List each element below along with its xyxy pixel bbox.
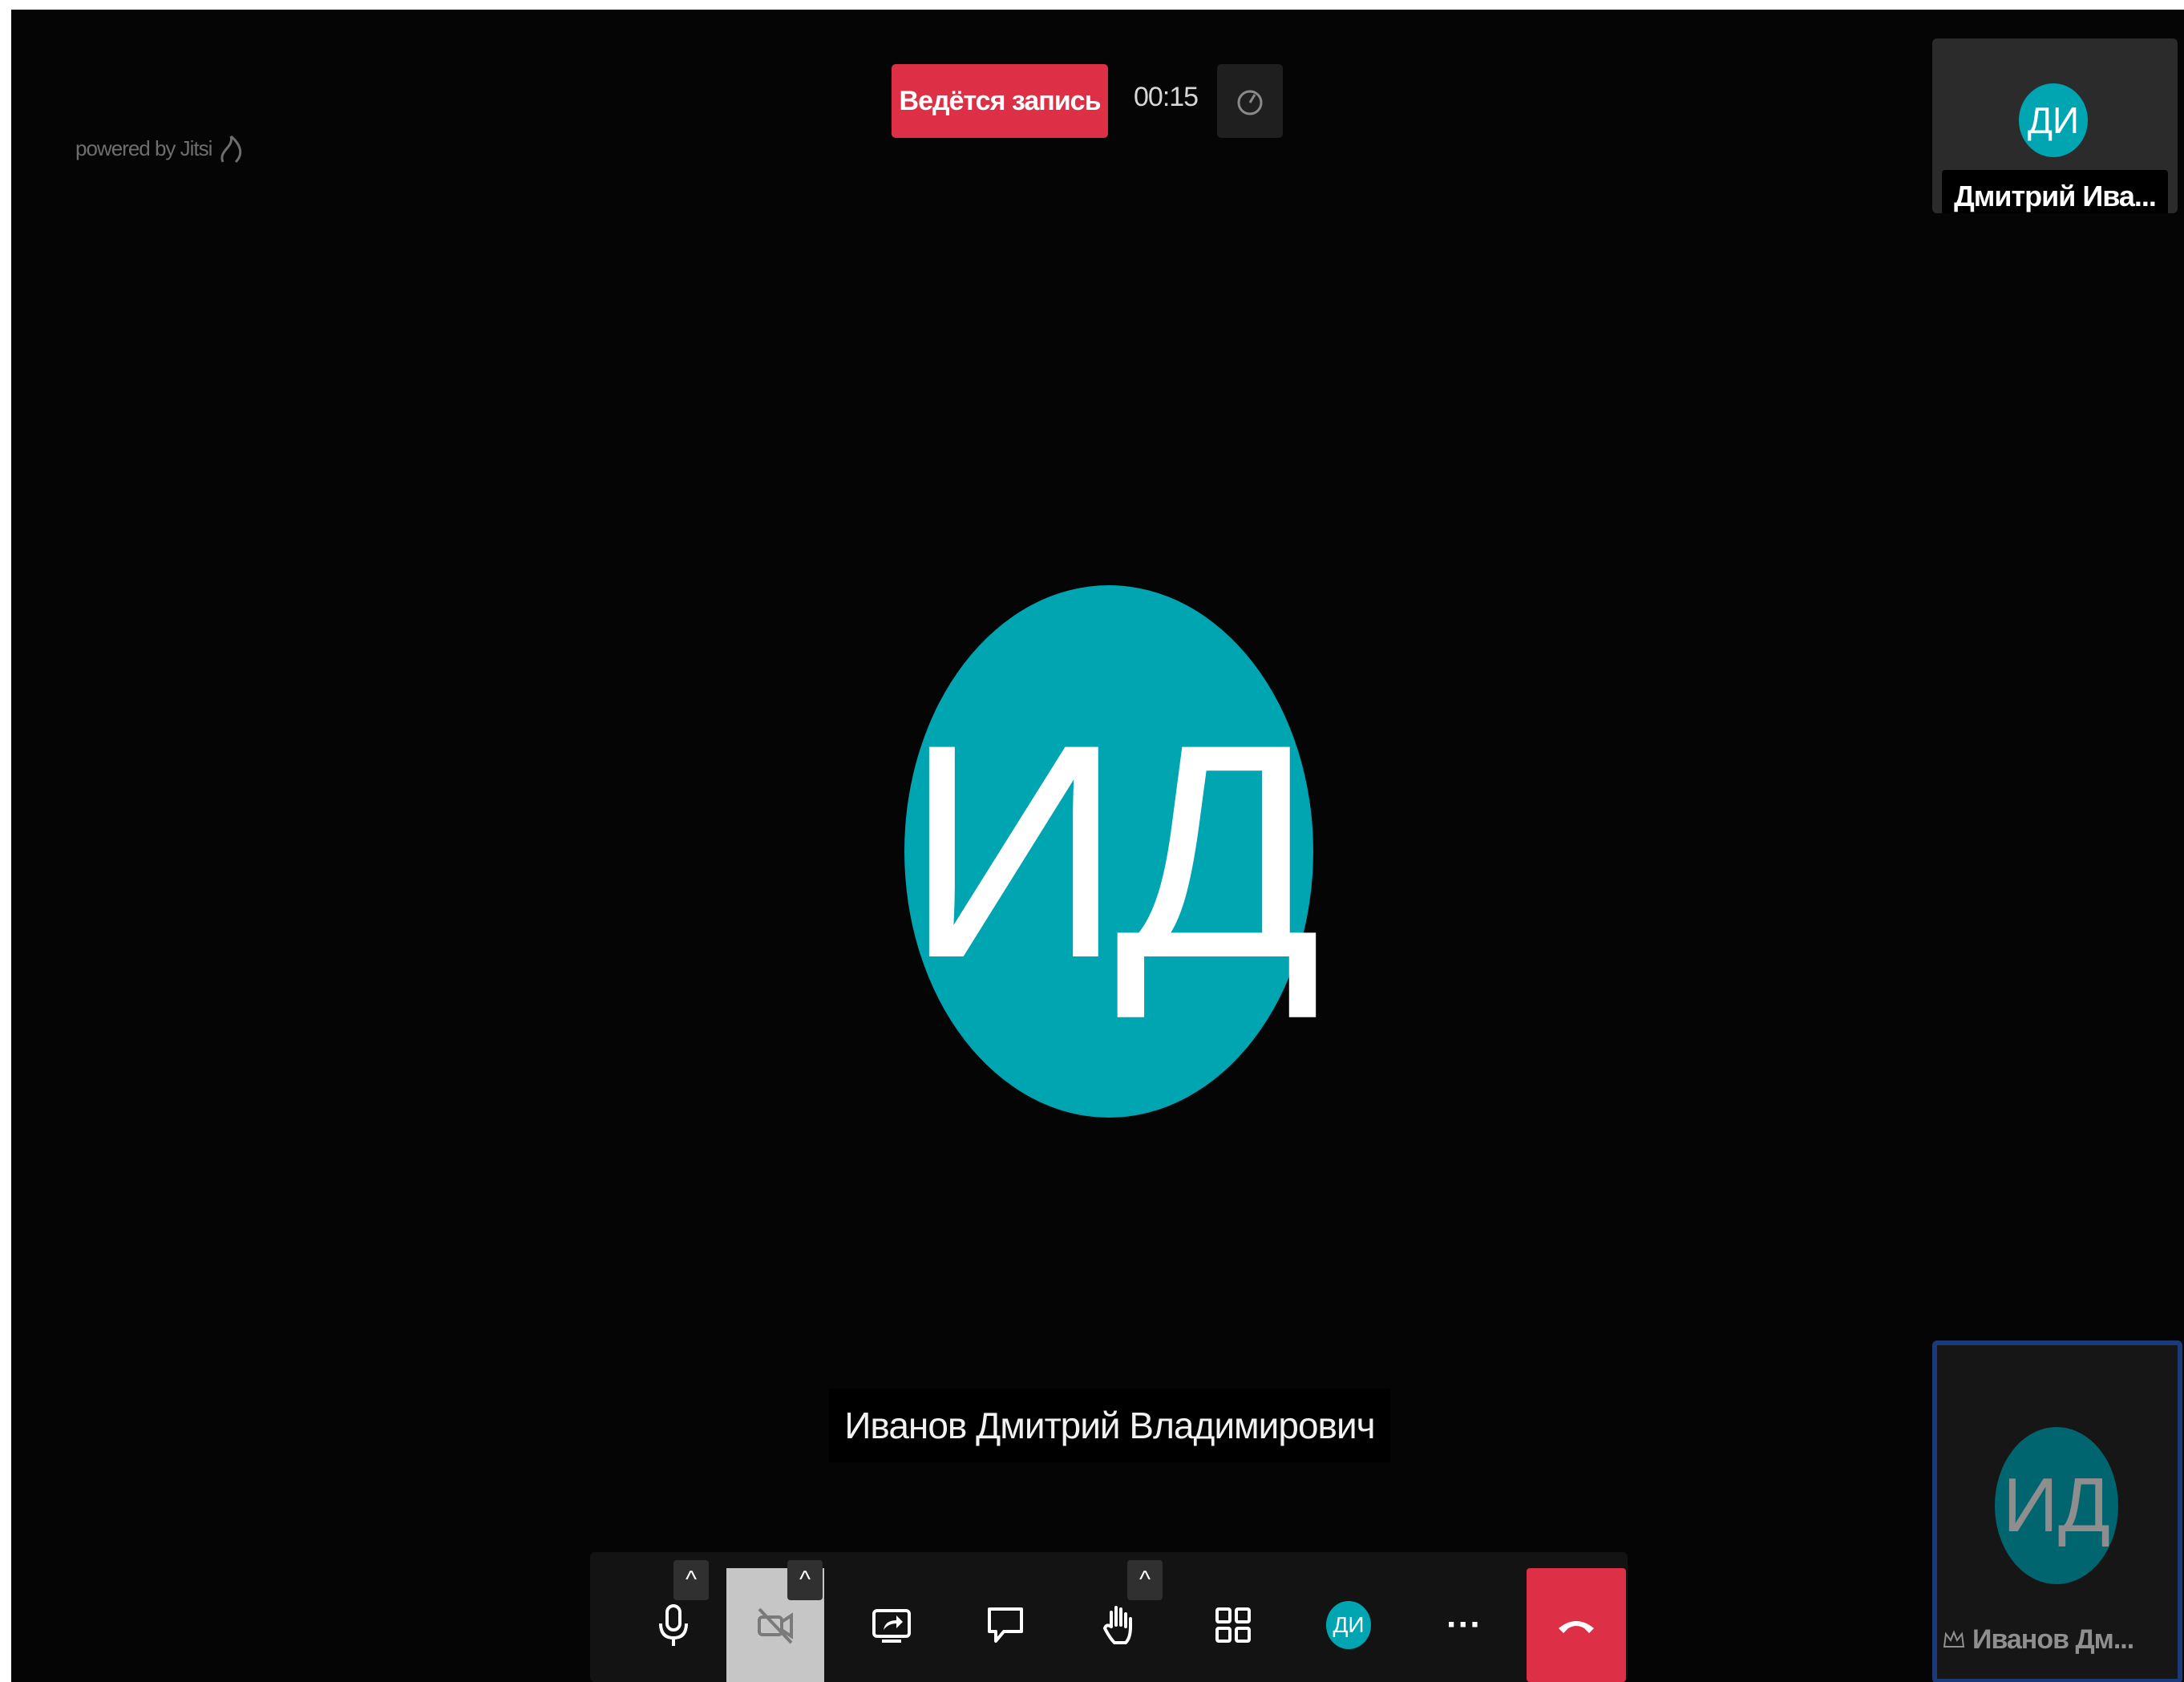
more-actions-button[interactable]: ···	[1414, 1568, 1514, 1682]
local-initials: ИД	[2002, 1462, 2110, 1548]
screen-share-button[interactable]	[842, 1568, 941, 1682]
bottom-toolbar: ^ ^ ^ ДИ ···	[590, 1552, 1628, 1682]
audio-settings-caret[interactable]: ^	[673, 1560, 709, 1600]
tile-view-icon	[1215, 1607, 1251, 1643]
connection-quality-button[interactable]	[1217, 64, 1283, 138]
speedometer-icon	[1237, 90, 1263, 115]
recording-timer: 00:15	[1134, 82, 1199, 112]
hangup-icon	[1559, 1621, 1594, 1633]
participant-thumbnail-local[interactable]: ИД Иванов Дм...	[1932, 1340, 2182, 1682]
local-avatar: ИД	[1995, 1427, 2118, 1584]
recording-label: Ведётся запись	[899, 85, 1102, 116]
hangup-button[interactable]	[1527, 1568, 1626, 1682]
profile-initials: ДИ	[1333, 1612, 1365, 1637]
microphone-icon	[659, 1604, 688, 1646]
speaker-name-label: Иванов Дмитрий Владимирович	[829, 1389, 1390, 1462]
caret-glyph: ^	[685, 1567, 698, 1593]
more-icon: ···	[1446, 1605, 1482, 1644]
conference-stage: powered by Jitsi Ведётся запись 00:15 ИД…	[11, 10, 2184, 1682]
chat-icon	[988, 1607, 1023, 1643]
jitsi-logo-icon	[220, 135, 242, 164]
speaker-name: Иванов Дмитрий Владимирович	[844, 1405, 1375, 1446]
caret-glyph: ^	[1139, 1567, 1151, 1593]
participant-initials: ДИ	[2027, 99, 2080, 141]
tile-view-button[interactable]	[1183, 1568, 1283, 1682]
participant-thumbnail-remote[interactable]: ДИ Дмитрий Ива...	[1932, 38, 2178, 213]
participant-avatar: ДИ	[2019, 83, 2088, 157]
participant-name: Дмитрий Ива...	[1954, 180, 2157, 212]
main-speaker-avatar: ИД	[904, 585, 1321, 1118]
screen-share-icon	[872, 1609, 911, 1643]
chat-button[interactable]	[956, 1568, 1055, 1682]
caret-glyph: ^	[799, 1567, 811, 1593]
main-avatar-initials: ИД	[904, 681, 1321, 1021]
profile-avatar: ДИ	[1326, 1601, 1371, 1649]
video-settings-caret[interactable]: ^	[787, 1560, 823, 1600]
profile-button[interactable]: ДИ	[1299, 1568, 1398, 1682]
watermark-text: powered by Jitsi	[75, 135, 212, 160]
moderator-crown-icon	[1943, 1630, 1965, 1648]
raise-hand-icon	[1102, 1606, 1132, 1644]
participant-name-label: Дмитрий Ива...	[1942, 170, 2168, 213]
camera-off-icon	[758, 1607, 793, 1644]
local-name: Иванов Дм...	[1972, 1623, 2134, 1655]
jitsi-watermark: powered by Jitsi	[75, 130, 249, 167]
local-name-label: Иванов Дм...	[1942, 1613, 2173, 1666]
recording-badge: Ведётся запись	[892, 64, 1108, 138]
reactions-caret[interactable]: ^	[1127, 1560, 1163, 1600]
